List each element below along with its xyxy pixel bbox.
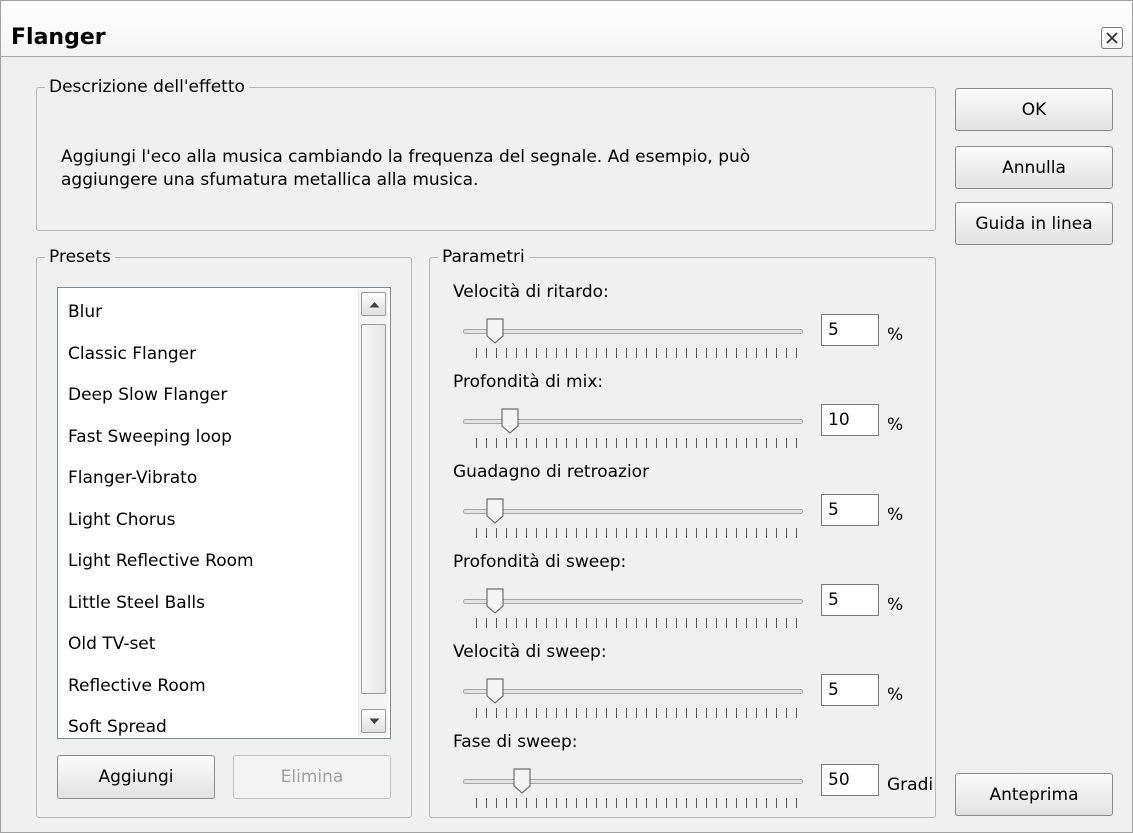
parameter-label: Profondità di mix: <box>453 372 604 392</box>
preview-button[interactable]: Anteprima <box>955 773 1113 816</box>
parameter-unit: % <box>887 325 904 345</box>
parameter-slider-track[interactable] <box>463 599 803 604</box>
parameter-label: Velocità di sweep: <box>453 642 607 662</box>
slider-ticks <box>476 348 803 358</box>
preset-item[interactable]: Light Chorus <box>68 508 176 532</box>
slider-thumb[interactable] <box>513 768 531 794</box>
preset-item[interactable]: Light Reflective Room <box>68 549 254 573</box>
parameter-unit: % <box>887 685 904 705</box>
slider-thumb[interactable] <box>486 678 504 704</box>
close-icon <box>1106 32 1118 44</box>
preset-item[interactable]: Reflective Room <box>68 674 206 698</box>
parameter-label: Fase di sweep: <box>453 732 578 752</box>
preset-item[interactable]: Flanger-Vibrato <box>68 466 197 490</box>
slider-ticks <box>476 528 803 538</box>
delete-preset-button[interactable]: Elimina <box>233 755 391 799</box>
parameters-legend: Parametri <box>438 246 529 268</box>
scroll-down-button[interactable] <box>361 709 386 733</box>
parameter-value-input[interactable] <box>821 764 879 796</box>
parameter-label: Guadagno di retroazior <box>453 462 650 482</box>
scroll-up-button[interactable] <box>361 292 386 316</box>
close-button[interactable] <box>1101 27 1123 49</box>
flanger-dialog: Flanger Descrizione dell'effetto Aggiung… <box>0 0 1133 833</box>
parameter-value-input[interactable] <box>821 584 879 616</box>
scroll-thumb[interactable] <box>361 324 386 694</box>
presets-list[interactable]: Blur Classic Flanger Deep Slow Flanger Fast… <box>57 287 391 739</box>
chevron-down-icon <box>369 718 380 724</box>
help-button[interactable]: Guida in linea <box>955 202 1113 245</box>
add-preset-button[interactable]: Aggiungi <box>57 755 215 799</box>
chevron-up-icon <box>369 302 380 308</box>
parameter-value-input[interactable] <box>821 674 879 706</box>
slider-ticks <box>476 618 803 628</box>
parameter-slider-track[interactable] <box>463 329 803 334</box>
parameter-value-input[interactable] <box>821 404 879 436</box>
preset-item[interactable]: Soft Spread <box>68 715 167 738</box>
description-line-2: aggiungere una sfumatura metallica alla … <box>61 170 479 190</box>
preset-item[interactable]: Deep Slow Flanger <box>68 383 227 407</box>
preset-item[interactable]: Blur <box>68 300 102 324</box>
dialog-title: Flanger <box>11 25 106 50</box>
preset-item[interactable]: Fast Sweeping loop <box>68 425 232 449</box>
parameter-unit: % <box>887 595 904 615</box>
slider-ticks <box>476 438 803 448</box>
slider-thumb[interactable] <box>486 588 504 614</box>
parameter-value-input[interactable] <box>821 494 879 526</box>
slider-ticks <box>476 798 803 808</box>
parameter-slider-track[interactable] <box>463 689 803 694</box>
parameter-value-input[interactable] <box>821 314 879 346</box>
description-legend: Descrizione dell'effetto <box>45 76 249 98</box>
preset-item[interactable]: Old TV-set <box>68 632 155 656</box>
slider-thumb[interactable] <box>486 498 504 524</box>
presets-legend: Presets <box>45 246 115 268</box>
parameter-unit: Gradi <box>887 775 934 795</box>
parameter-label: Velocità di ritardo: <box>453 282 609 302</box>
title-bar: Flanger <box>1 1 1132 57</box>
parameter-unit: % <box>887 415 904 435</box>
preset-item[interactable]: Little Steel Balls <box>68 591 205 615</box>
ok-button[interactable]: OK <box>955 88 1113 131</box>
parameter-slider-track[interactable] <box>463 509 803 514</box>
presets-scrollbar[interactable] <box>358 290 388 736</box>
parameter-label: Profondità di sweep: <box>453 552 627 572</box>
parameter-unit: % <box>887 505 904 525</box>
slider-thumb[interactable] <box>501 408 519 434</box>
preset-item[interactable]: Classic Flanger <box>68 342 196 366</box>
slider-thumb[interactable] <box>486 318 504 344</box>
slider-ticks <box>476 708 803 718</box>
cancel-button[interactable]: Annulla <box>955 146 1113 189</box>
description-text: Aggiungi l'eco alla musica cambiando la … <box>61 146 941 192</box>
description-line-1: Aggiungi l'eco alla musica cambiando la … <box>61 147 751 167</box>
